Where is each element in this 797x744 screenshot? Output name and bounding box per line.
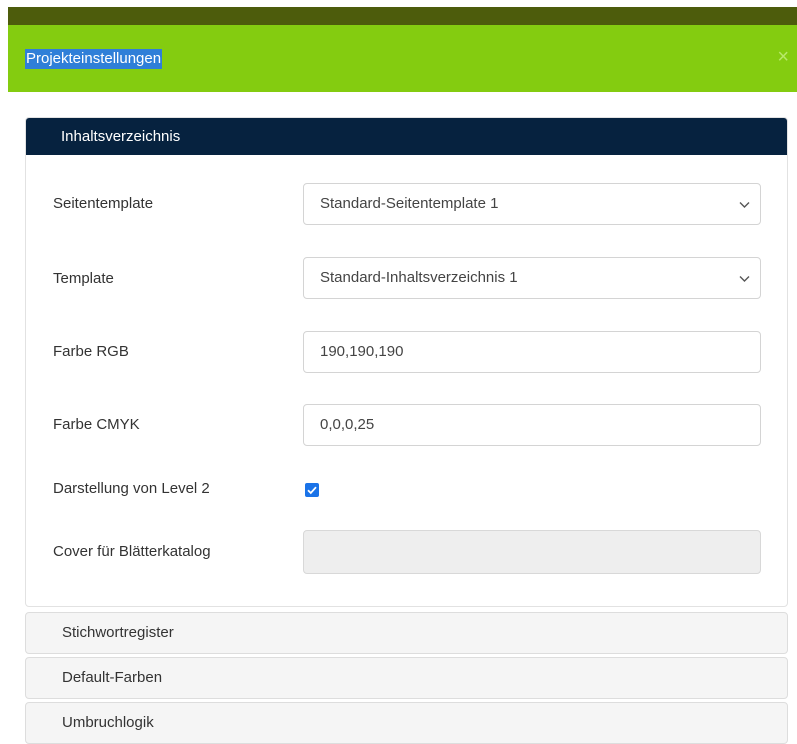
top-bar [8, 7, 797, 25]
check-icon [307, 486, 317, 495]
panel-inhaltsverzeichnis: Inhaltsverzeichnis Seitentemplate Standa… [25, 117, 788, 607]
form-row-cover: Cover für Blätterkatalog [26, 530, 787, 574]
farbe-cmyk-label: Farbe CMYK [53, 416, 140, 433]
seitentemplate-select[interactable]: Standard-Seitentemplate 1 [303, 183, 761, 225]
form-row-farbe-rgb: Farbe RGB 190,190,190 [26, 331, 787, 373]
accordion-umbruchlogik[interactable]: Umbruchlogik [25, 702, 788, 744]
chevron-down-icon [739, 184, 750, 224]
form-row-seitentemplate: Seitentemplate Standard-Seitentemplate 1 [26, 183, 787, 225]
cover-label: Cover für Blätterkatalog [53, 543, 211, 560]
template-select[interactable]: Standard-Inhaltsverzeichnis 1 [303, 257, 761, 299]
template-label: Template [53, 270, 114, 287]
modal-title: Projekteinstellungen [25, 49, 163, 69]
panel-heading[interactable]: Inhaltsverzeichnis [26, 118, 787, 155]
template-value: Standard-Inhaltsverzeichnis 1 [320, 269, 518, 286]
farbe-cmyk-input[interactable]: 0,0,0,25 [303, 404, 761, 446]
seitentemplate-value: Standard-Seitentemplate 1 [320, 195, 499, 212]
seitentemplate-label: Seitentemplate [53, 195, 154, 212]
level2-label: Darstellung von Level 2 [53, 480, 210, 497]
accordion-default-farben[interactable]: Default-Farben [25, 657, 788, 699]
level2-checkbox[interactable] [305, 483, 319, 497]
form-row-farbe-cmyk: Farbe CMYK 0,0,0,25 [26, 404, 787, 446]
form-row-level2: Darstellung von Level 2 [26, 478, 787, 502]
modal-header: Projekteinstellungen × [8, 25, 797, 92]
farbe-rgb-label: Farbe RGB [53, 343, 129, 360]
chevron-down-icon [739, 258, 750, 298]
accordion-stichwortregister[interactable]: Stichwortregister [25, 612, 788, 654]
form-row-template: Template Standard-Inhaltsverzeichnis 1 [26, 257, 787, 299]
cover-input [303, 530, 761, 574]
close-icon[interactable]: × [777, 45, 789, 69]
farbe-rgb-input[interactable]: 190,190,190 [303, 331, 761, 373]
